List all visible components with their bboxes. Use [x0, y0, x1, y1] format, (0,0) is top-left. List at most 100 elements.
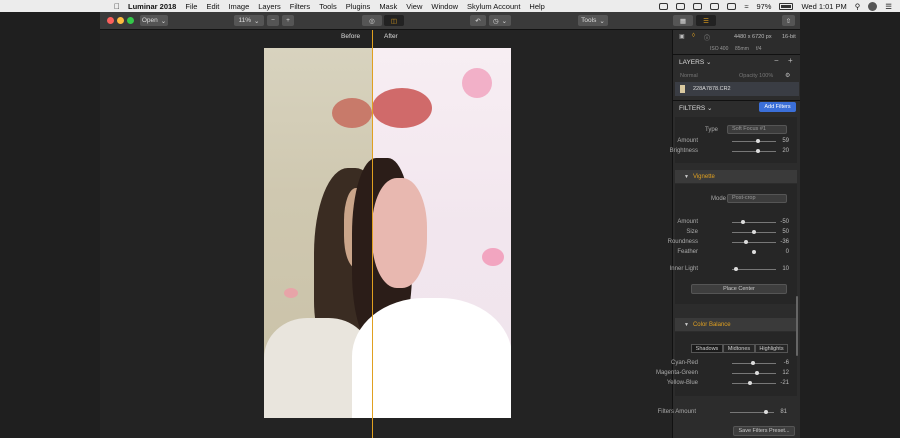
yellow-blue-slider[interactable]: Yellow-Blue -21 — [667, 379, 799, 388]
slider-track[interactable] — [732, 373, 776, 374]
wifi-icon[interactable]: ≈ — [744, 2, 748, 11]
zoom-out-button[interactable]: − — [267, 15, 279, 26]
filters-title[interactable]: FILTERS ⌄ — [679, 104, 713, 112]
zoom-select[interactable]: 11% ⌄ — [234, 15, 264, 26]
vignette-feather-slider[interactable]: Feather 0 — [675, 248, 799, 257]
vignette-size-slider[interactable]: Size 50 — [675, 228, 799, 237]
slider-knob[interactable] — [741, 220, 745, 224]
clock[interactable]: Wed 1:01 PM — [801, 2, 846, 11]
history-button[interactable]: ◷ ⌄ — [489, 15, 511, 26]
menu-skylum-account[interactable]: Skylum Account — [467, 2, 520, 11]
status-icon-4[interactable] — [710, 2, 720, 10]
layers-title[interactable]: LAYERS ⌄ — [679, 58, 711, 66]
battery-icon[interactable] — [779, 2, 794, 10]
status-icon-5[interactable] — [727, 2, 737, 10]
menu-list-icon[interactable]: ☰ — [885, 2, 892, 11]
save-filters-preset-button[interactable]: Save Filters Preset... — [733, 426, 795, 436]
inner-light-slider[interactable]: Inner Light 10 — [670, 265, 799, 274]
status-icon-2[interactable] — [676, 2, 686, 10]
histogram-icon[interactable]: ▣ — [679, 33, 685, 40]
add-filters-button[interactable]: Add Filters — [759, 102, 796, 112]
status-icon-1[interactable] — [659, 2, 669, 10]
panel-scrollbar[interactable] — [796, 296, 798, 356]
battery-percent: 97% — [756, 1, 772, 11]
vignette-roundness-slider[interactable]: Roundness -36 — [668, 238, 799, 247]
compare-button[interactable]: ◫ — [384, 15, 404, 26]
add-layer-button[interactable]: + — [788, 56, 793, 65]
menu-window[interactable]: Window — [431, 2, 458, 11]
share-button[interactable]: ⇧ — [782, 15, 795, 26]
undo-button[interactable]: ↶ — [470, 15, 486, 26]
preview-eye-button[interactable]: ◎ — [362, 15, 382, 26]
close-window-button[interactable] — [107, 17, 114, 24]
slider-knob[interactable] — [747, 381, 752, 385]
brightness-slider[interactable]: Brightness 20 — [670, 147, 799, 156]
menu-mask[interactable]: Mask — [379, 2, 397, 11]
menu-app[interactable]: Luminar 2018 — [128, 2, 176, 11]
tab-highlights[interactable]: Highlights — [755, 344, 788, 353]
cyan-red-slider[interactable]: Cyan-Red -6 — [671, 359, 799, 368]
open-button[interactable]: Open ⌄ — [140, 15, 168, 26]
tab-shadows[interactable]: Shadows — [691, 344, 723, 353]
menu-image[interactable]: Image — [228, 2, 249, 11]
color-balance-title: Color Balance — [692, 321, 731, 328]
mode-select[interactable]: Post-crop — [727, 194, 787, 203]
opacity-value[interactable]: Opacity 100% — [739, 73, 773, 79]
slider-knob[interactable] — [744, 240, 749, 244]
slider-knob[interactable] — [756, 149, 761, 153]
vignette-header[interactable]: ▼ Vignette — [675, 170, 797, 183]
menu-layers[interactable]: Layers — [258, 2, 281, 11]
slider-track[interactable] — [732, 383, 776, 384]
menu-filters[interactable]: Filters — [290, 2, 310, 11]
apple-icon[interactable]:  — [112, 2, 122, 11]
layer-row[interactable]: 228A7878.CR2 — [675, 82, 799, 96]
zoom-in-button[interactable]: + — [282, 15, 294, 26]
slider-knob[interactable] — [754, 371, 759, 375]
color-balance-panel: Shadows Midtones Highlights Cyan-Red -6 … — [656, 332, 799, 396]
slider-track[interactable] — [732, 269, 776, 270]
tab-midtones[interactable]: Midtones — [723, 344, 755, 353]
before-after-divider[interactable] — [372, 30, 373, 438]
blend-mode-select[interactable]: Normal — [680, 73, 698, 79]
avatar[interactable] — [868, 1, 878, 11]
status-icon-3[interactable] — [693, 2, 703, 10]
soft-focus-amount-slider[interactable]: Amount 59 — [675, 137, 799, 146]
slider-knob[interactable] — [752, 230, 756, 234]
slider-knob[interactable] — [755, 139, 760, 143]
menu-file[interactable]: File — [185, 2, 197, 11]
sliders-icon: ☰ — [703, 17, 709, 25]
tools-button[interactable]: Tools ⌄ — [578, 15, 608, 26]
menu-plugins[interactable]: Plugins — [346, 2, 371, 11]
search-icon[interactable]: ⚲ — [855, 2, 861, 11]
status-area: ≈ 97% Wed 1:01 PM ⚲ ☰ — [659, 0, 892, 12]
remove-layer-button[interactable]: − — [774, 56, 779, 65]
soft-focus-panel: Type Soft Focus #1 Amount 59 Brightness … — [670, 117, 799, 163]
filters-amount-slider[interactable]: Filters Amount 81 — [658, 408, 797, 417]
color-balance-header[interactable]: ▼ Color Balance — [675, 318, 797, 331]
info-icon[interactable]: ⓘ — [704, 33, 710, 42]
filters-panel-button[interactable]: ☰ — [696, 15, 716, 26]
magenta-green-slider[interactable]: Magenta-Green 12 — [656, 369, 799, 378]
slider-track[interactable] — [732, 222, 776, 223]
menu-edit[interactable]: Edit — [206, 2, 219, 11]
slider-track[interactable] — [732, 141, 776, 142]
menu-tools[interactable]: Tools — [319, 2, 337, 11]
slider-knob[interactable] — [750, 361, 755, 365]
menu-help[interactable]: Help — [529, 2, 544, 11]
place-center-button[interactable]: Place Center — [691, 284, 787, 294]
slider-knob[interactable] — [763, 410, 768, 414]
slider-track[interactable] — [732, 242, 776, 243]
minimize-window-button[interactable] — [117, 17, 124, 24]
zoom-window-button[interactable] — [127, 17, 134, 24]
slider-knob[interactable] — [752, 250, 756, 254]
type-select[interactable]: Soft Focus #1 — [727, 125, 787, 134]
layers-icon[interactable]: ◊ — [692, 33, 695, 39]
gear-icon[interactable]: ⚙ — [785, 72, 790, 79]
slider-knob[interactable] — [734, 267, 739, 271]
vignette-amount-slider[interactable]: Amount -50 — [675, 218, 799, 227]
slider-label: Amount — [677, 138, 698, 144]
filmstrip-button[interactable]: ▦ — [673, 15, 693, 26]
photo-preview[interactable] — [264, 48, 511, 418]
slider-track[interactable] — [732, 151, 776, 152]
menu-view[interactable]: View — [406, 2, 422, 11]
